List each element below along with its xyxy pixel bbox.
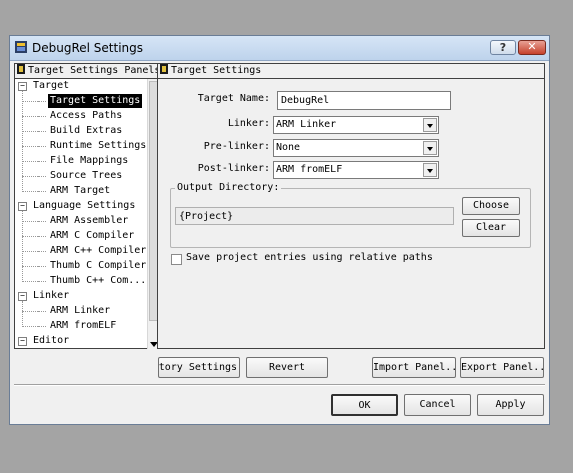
tree-item-label: Access Paths [50, 110, 123, 121]
collapse-icon[interactable]: − [18, 337, 27, 346]
tree-connector [38, 266, 46, 267]
tree-connector [38, 191, 46, 192]
tree-item-label: ARM C++ Compiler [50, 245, 147, 256]
output-directory-group: Output Directory: {Project} Choose Clear [170, 182, 531, 248]
prelinker-label: Pre-linker: [203, 141, 270, 152]
cancel-button[interactable]: Cancel [404, 394, 471, 416]
tree-connector [22, 161, 38, 162]
tree-connector [22, 191, 38, 192]
help-button[interactable]: ? [490, 40, 516, 55]
tree-connector [38, 326, 46, 327]
chevron-down-icon[interactable] [423, 141, 437, 155]
tree-connector [38, 176, 46, 177]
settings-panels-title: Target Settings Panels [28, 65, 161, 76]
tree-connector [22, 311, 38, 312]
tree-item-label: ARM Linker [50, 305, 111, 316]
tree-connector [38, 236, 46, 237]
tree-item-label: Target Settings [48, 94, 143, 108]
tree-connector [22, 251, 38, 252]
tree-connector [38, 101, 46, 102]
tree-connector [22, 301, 23, 327]
tree-item-label: ARM Assembler [50, 215, 129, 226]
collapse-icon[interactable]: − [18, 292, 27, 301]
tree-item-label: Thumb C++ Com... [50, 275, 147, 286]
tree-connector [38, 131, 46, 132]
chevron-down-icon[interactable] [423, 163, 437, 177]
choose-button[interactable]: Choose [462, 197, 520, 215]
linker-value: ARM Linker [276, 119, 337, 130]
postlinker-label: Post-linker: [197, 163, 270, 174]
title-bar[interactable]: DebugRel Settings ? ✕ [10, 36, 549, 61]
tree-connector [38, 251, 46, 252]
ok-button[interactable]: OK [331, 394, 398, 416]
output-directory-field: {Project} [175, 207, 454, 225]
factory-settings-label: Factory Settings [158, 362, 237, 373]
tree-connector [22, 236, 38, 237]
tree-view[interactable]: − Target Target Settings Access Paths Build … [15, 79, 147, 349]
tree-item-label: Build Extras [50, 125, 123, 136]
tree-item-label: ARM fromELF [50, 320, 117, 331]
tree-group-label: Target [33, 80, 70, 91]
relative-paths-checkbox[interactable] [171, 254, 182, 265]
tree-connector [22, 176, 38, 177]
settings-panels-header: Target Settings Panels [15, 64, 161, 79]
tree-group-label: Editor [33, 335, 70, 346]
tree-connector [38, 146, 46, 147]
postlinker-select[interactable]: ARM fromELF [273, 161, 439, 179]
tree-connector [22, 281, 38, 282]
tree-connector [22, 266, 38, 267]
tree-connector [38, 221, 46, 222]
prelinker-select[interactable]: None [273, 139, 439, 157]
collapse-icon[interactable]: − [18, 202, 27, 211]
postlinker-value: ARM fromELF [276, 164, 343, 175]
factory-settings-button[interactable]: Factory Settings [158, 357, 240, 378]
target-settings-title: Target Settings [171, 65, 262, 76]
target-settings-panel: Target Settings Target Name: DebugRel Li… [157, 63, 545, 349]
target-name-label: Target Name: [197, 93, 270, 104]
settings-panels-tree: Target Settings Panels − Target Target Set… [14, 63, 160, 349]
close-button[interactable]: ✕ [518, 40, 546, 55]
prelinker-value: None [276, 142, 301, 153]
tree-item-label: File Mappings [50, 155, 129, 166]
revert-button[interactable]: Revert [246, 357, 328, 378]
window-title: DebugRel Settings [32, 41, 144, 55]
tree-group-label: Linker [33, 290, 70, 301]
button-separator [14, 384, 545, 386]
clear-button[interactable]: Clear [462, 219, 520, 237]
tree-item-label: Runtime Settings [50, 140, 147, 151]
tree-group-label: Language Settings [33, 200, 136, 211]
linker-select[interactable]: ARM Linker [273, 116, 439, 134]
tree-connector [22, 101, 38, 102]
import-panel-button[interactable]: Import Panel... [372, 357, 456, 378]
tree-connector [22, 116, 38, 117]
tree-item-label: ARM C Compiler [50, 230, 135, 241]
tree-connector [38, 281, 46, 282]
tree-connector [38, 161, 46, 162]
output-directory-label: Output Directory: [175, 182, 282, 193]
linker-label: Linker: [227, 118, 270, 129]
chevron-down-icon[interactable] [423, 118, 437, 132]
app-icon [15, 41, 27, 53]
tree-connector [22, 221, 38, 222]
target-settings-header: Target Settings [158, 64, 544, 79]
tree-connector [22, 326, 38, 327]
panel-icon [160, 64, 168, 74]
tree-connector [22, 146, 38, 147]
tree-item-label: Source Trees [50, 170, 123, 181]
apply-button[interactable]: Apply [477, 394, 544, 416]
tree-connector [22, 131, 38, 132]
target-name-input[interactable]: DebugRel [277, 91, 451, 110]
settings-window: DebugRel Settings ? ✕ Target Settings Pa… [9, 35, 550, 425]
panel-icon [17, 64, 25, 74]
tree-item-label: ARM Target [50, 185, 111, 196]
tree-connector [38, 116, 46, 117]
export-panel-button[interactable]: Export Panel... [460, 357, 544, 378]
tree-item-label: Thumb C Compiler [50, 260, 147, 271]
collapse-icon[interactable]: − [18, 82, 27, 91]
tree-connector [38, 311, 46, 312]
relative-paths-label[interactable]: Save project entries using relative path… [186, 252, 433, 263]
